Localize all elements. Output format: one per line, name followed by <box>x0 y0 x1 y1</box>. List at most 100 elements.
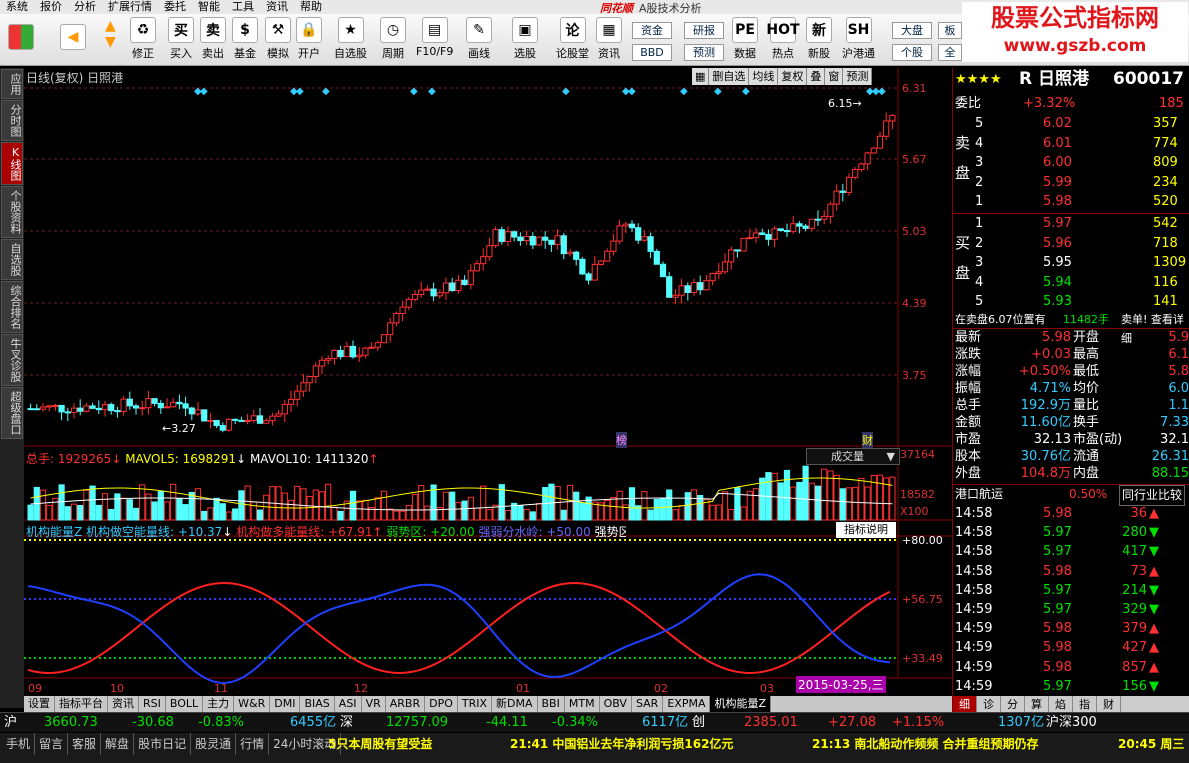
quote-tab-5[interactable]: 指 <box>1073 696 1097 712</box>
sell-price[interactable]: 6.00 <box>1043 153 1072 172</box>
indicator-tab-6[interactable]: W&R <box>234 696 271 712</box>
indicator-help-button[interactable]: 指标说明 <box>836 522 896 538</box>
buy-price[interactable]: 5.94 <box>1043 273 1072 292</box>
list-mark[interactable]: 榜 <box>616 432 627 448</box>
index-button[interactable]: 大盘 <box>892 22 932 39</box>
indicator-tab-2[interactable]: 资讯 <box>108 696 139 712</box>
left-tab-1[interactable]: 分时图 <box>1 100 23 141</box>
menu-item-2[interactable]: 分析 <box>68 0 102 14</box>
toolbar-button-10[interactable]: ▣ 选股 <box>512 17 538 61</box>
sell-price[interactable]: 6.01 <box>1043 134 1072 153</box>
toolbar-button-15[interactable]: 新新股 <box>806 17 832 61</box>
stock-button[interactable]: 个股 <box>892 44 932 61</box>
left-tab-5[interactable]: 综合排名 <box>1 281 23 333</box>
indicator-tab-3[interactable]: RSI <box>139 696 166 712</box>
buy-price[interactable]: 5.97 <box>1043 214 1072 233</box>
grid-menu-icon[interactable] <box>8 24 34 52</box>
news-ticker-3[interactable]: 21:13 南北船动作频频 合并重组预期仍存 <box>812 733 1039 755</box>
quote-tab-1[interactable]: 诊 <box>977 696 1001 712</box>
menu-item-7[interactable]: 资讯 <box>260 0 294 14</box>
left-tab-2[interactable]: K线图 <box>1 142 23 185</box>
indicator-tab-8[interactable]: BIAS <box>300 696 335 712</box>
indicator-tab-5[interactable]: 主力 <box>203 696 235 712</box>
menu-item-4[interactable]: 委托 <box>158 0 192 14</box>
indicator-tab-11[interactable]: ARBR <box>386 696 426 712</box>
sell-price[interactable]: 5.99 <box>1043 173 1072 192</box>
toolbar-button-4[interactable]: ⚒ 模拟 <box>265 17 291 61</box>
sell-price[interactable]: 6.02 <box>1043 114 1072 133</box>
left-tab-6[interactable]: 牛叉诊股 <box>1 334 23 386</box>
indicator-tab-9[interactable]: ASI <box>335 696 362 712</box>
indicator-tab-13[interactable]: TRIX <box>458 696 493 712</box>
indicator-tab-7[interactable]: DMI <box>270 696 301 712</box>
quote-tab-3[interactable]: 算 <box>1025 696 1049 712</box>
news-ticker-4[interactable]: 20:45 周三 <box>1118 733 1184 755</box>
industry-name[interactable]: 港口航运 <box>955 485 1003 504</box>
left-tab-4[interactable]: 自选股 <box>1 239 23 280</box>
toolbar-button-3[interactable]: $ 基金 <box>232 17 258 61</box>
toolbar-button-6[interactable]: ★ 自选股 <box>334 17 367 61</box>
menu-item-3[interactable]: 扩展行情 <box>102 0 158 14</box>
bottom-item-6[interactable]: 行情 <box>236 733 270 755</box>
toolbar-button-1[interactable]: 买买入 <box>168 17 194 61</box>
indicator-tab-14[interactable]: 新DMA <box>492 696 538 712</box>
bottom-item-2[interactable]: 客服 <box>68 733 102 755</box>
hs300-label[interactable]: 沪深300 <box>1046 713 1097 733</box>
indicator-tab-17[interactable]: OBV <box>600 696 632 712</box>
bottom-item-1[interactable]: 留言 <box>35 733 69 755</box>
bottom-item-3[interactable]: 解盘 <box>101 733 135 755</box>
volume-indicator-select[interactable]: 成交量 ▼ <box>806 448 900 465</box>
fund-button[interactable]: 资金 <box>632 22 672 39</box>
indicator-tab-18[interactable]: SAR <box>632 696 664 712</box>
bottom-item-4[interactable]: 股市日记 <box>134 733 192 755</box>
toolbar-button-2[interactable]: 卖卖出 <box>200 17 226 61</box>
bbd-button[interactable]: BBD <box>632 44 672 61</box>
buy-price[interactable]: 5.96 <box>1043 234 1072 253</box>
board-button[interactable]: 板 <box>938 22 962 39</box>
sell-price[interactable]: 5.98 <box>1043 192 1072 211</box>
toolbar-button-8[interactable]: ▤ F10/F9 <box>416 17 453 58</box>
left-tab-0[interactable]: 应用 <box>1 69 23 99</box>
menu-item-8[interactable]: 帮助 <box>294 0 328 14</box>
toolbar-button-0[interactable]: ♻ 修正 <box>130 17 156 61</box>
up-arrow-icon[interactable]: ▲ ▼ <box>105 18 116 50</box>
buy-price[interactable]: 5.93 <box>1043 292 1072 311</box>
forecast-button[interactable]: 预测 <box>684 44 724 61</box>
left-tab-3[interactable]: 个股资料 <box>1 186 23 238</box>
left-tab-7[interactable]: 超级盘口 <box>1 387 23 439</box>
indicator-tab-16[interactable]: MTM <box>565 696 600 712</box>
menu-item-5[interactable]: 智能 <box>192 0 226 14</box>
kline-chart-svg[interactable]: 6.315.675.034.393.75◆◆ ◆◆ ◆ ◆ ◆ ◆ ◆◆ ◆ ◆ ◆ ◆◆◆3716… <box>24 68 952 696</box>
menu-item-0[interactable]: 系统 <box>0 0 34 14</box>
toolbar-button-14[interactable]: HOT 热点 <box>766 17 800 61</box>
menu-item-1[interactable]: 报价 <box>34 0 68 14</box>
indicator-tab-15[interactable]: BBI <box>538 696 565 712</box>
back-arrow-icon[interactable]: ◀ <box>60 24 86 52</box>
menu-item-6[interactable]: 工具 <box>226 0 260 14</box>
quote-tab-2[interactable]: 分 <box>1001 696 1025 712</box>
toolbar-button-7[interactable]: ◷ 周期 <box>380 17 406 61</box>
news-ticker-1[interactable]: 5只本周股有望受益 <box>328 733 432 755</box>
all-button[interactable]: 全 <box>938 44 962 61</box>
industry-compare-button[interactable]: 同行业比较 <box>1119 485 1186 506</box>
bottom-item-0[interactable]: 手机 <box>2 733 36 755</box>
quote-tab-6[interactable]: 财 <box>1097 696 1121 712</box>
toolbar-button-9[interactable]: ✎ 画线 <box>466 17 492 61</box>
toolbar-button-16[interactable]: SH 沪港通 <box>842 17 875 61</box>
toolbar-button-13[interactable]: PE 数据 <box>732 17 758 61</box>
toolbar-button-11[interactable]: 论论股堂 <box>556 17 589 61</box>
news-ticker-2[interactable]: 21:41 中国铝业去年净利润亏损162亿元 <box>510 733 733 755</box>
indicator-tab-4[interactable]: BOLL <box>166 696 204 712</box>
indicator-tab-20[interactable]: 机构能量Z <box>710 696 772 712</box>
toolbar-button-5[interactable]: 🔒 开户 <box>296 17 322 61</box>
quote-tab-0[interactable]: 细 <box>953 696 977 712</box>
indicator-tab-12[interactable]: DPO <box>425 696 458 712</box>
toolbar-button-12[interactable]: ▦ 资讯 <box>596 17 622 61</box>
indicator-tab-1[interactable]: 指标平台 <box>55 696 108 712</box>
indicator-tab-10[interactable]: VR <box>362 696 386 712</box>
buy-price[interactable]: 5.95 <box>1043 253 1072 272</box>
bottom-item-5[interactable]: 股灵通 <box>191 733 237 755</box>
indicator-tab-0[interactable]: 设置 <box>24 696 55 712</box>
finance-mark[interactable]: 财 <box>862 432 873 448</box>
indicator-tab-19[interactable]: EXPMA <box>663 696 711 712</box>
